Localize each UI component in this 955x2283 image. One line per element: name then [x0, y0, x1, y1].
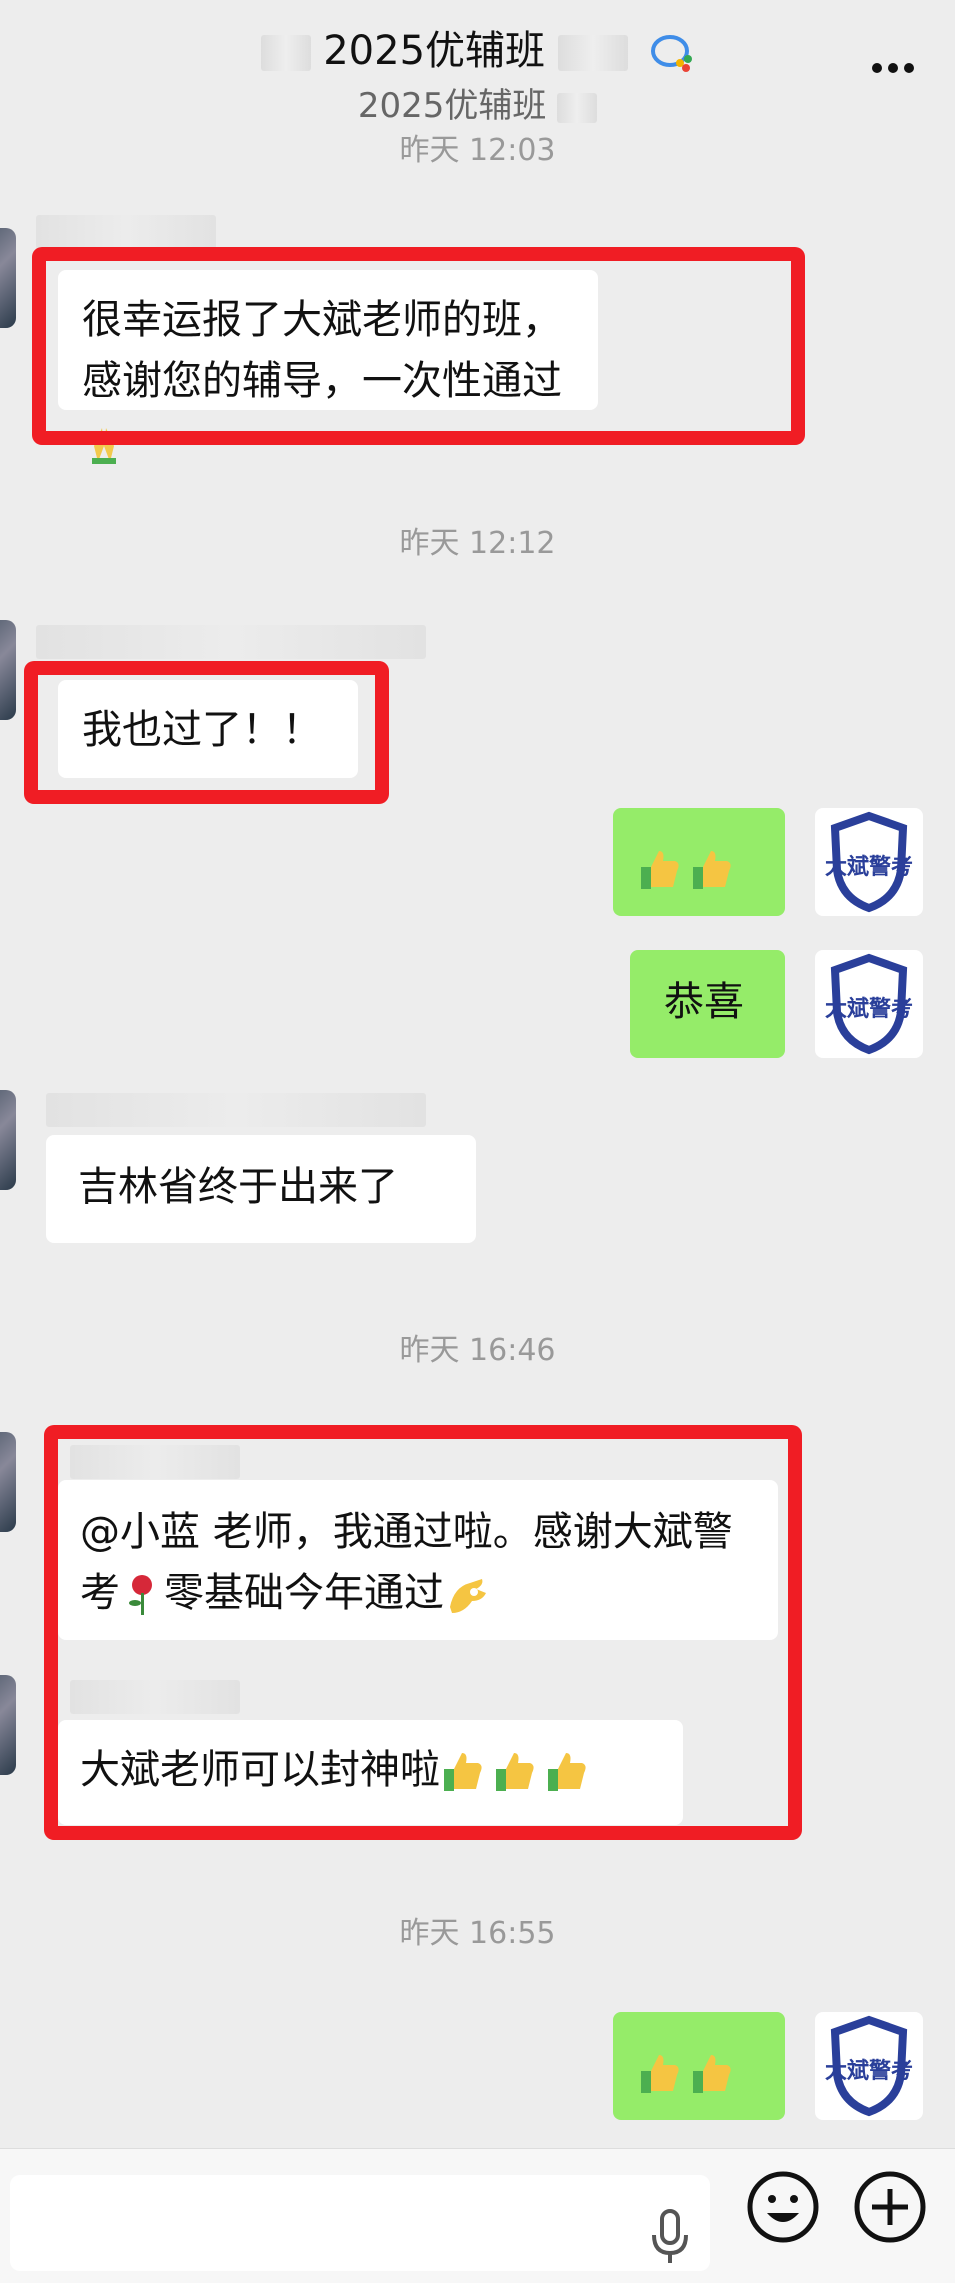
brand-logo-text: 大斌警考: [825, 854, 913, 880]
avatar[interactable]: [0, 1675, 16, 1775]
message-bubble-own[interactable]: [613, 808, 785, 916]
blurred-title-prefix: [260, 35, 311, 71]
thumbs-up-icon: [693, 851, 731, 889]
brand-logo-icon: 大斌警考: [825, 2015, 913, 2117]
highlight-box: [32, 247, 805, 445]
avatar[interactable]: [0, 1090, 16, 1190]
brand-logo-text: 大斌警考: [825, 2058, 913, 2084]
message-bubble-own[interactable]: 恭喜: [630, 950, 785, 1058]
blurred-subtitle-suffix: [557, 92, 598, 123]
avatar[interactable]: [0, 1432, 16, 1532]
brand-avatar[interactable]: 大斌警考: [815, 808, 923, 916]
brand-avatar[interactable]: 大斌警考: [815, 950, 923, 1058]
input-bar: [0, 2148, 955, 2283]
brand-logo-icon: 大斌警考: [825, 811, 913, 913]
chat-title-text: 2025优辅班: [323, 28, 546, 74]
blurred-title-suffix: [557, 35, 628, 71]
brand-logo-text: 大斌警考: [825, 996, 913, 1022]
wecom-icon: [651, 35, 693, 72]
emoji-icon[interactable]: [745, 2169, 821, 2245]
avatar[interactable]: [0, 620, 16, 720]
microphone-icon[interactable]: [650, 2207, 690, 2267]
chat-subtitle: 2025优辅班: [0, 78, 955, 127]
thumbs-up-icon: [641, 851, 679, 889]
timestamp: 昨天 16:46: [399, 1333, 556, 1368]
chat-subtitle-text: 2025优辅班: [357, 86, 547, 126]
message-bubble-own[interactable]: [613, 2012, 785, 2120]
avatar[interactable]: [0, 228, 16, 328]
sender-name-blurred: [36, 215, 216, 249]
sender-name-blurred: [36, 625, 426, 659]
timestamp: 昨天 12:03: [399, 133, 556, 168]
brand-logo-icon: 大斌警考: [825, 953, 913, 1055]
sender-name-blurred: [46, 1093, 426, 1127]
highlight-box: [44, 1425, 802, 1840]
chat-header: 2025优辅班 2025优辅班: [0, 0, 955, 135]
message-text: 吉林省终于出来了: [78, 1164, 398, 1210]
more-icon[interactable]: [869, 48, 925, 88]
message-bubble[interactable]: 吉林省终于出来了: [46, 1135, 476, 1243]
thumbs-up-icon: [641, 2055, 679, 2093]
timestamp: 昨天 16:55: [399, 1916, 556, 1951]
message-text: 恭喜: [664, 979, 744, 1025]
plus-icon[interactable]: [852, 2169, 928, 2245]
chat-title: 2025优辅班: [0, 18, 955, 76]
thumbs-up-icon: [693, 2055, 731, 2093]
message-input[interactable]: [10, 2175, 710, 2271]
timestamp: 昨天 12:12: [399, 526, 556, 561]
brand-avatar[interactable]: 大斌警考: [815, 2012, 923, 2120]
highlight-box: [24, 661, 389, 804]
